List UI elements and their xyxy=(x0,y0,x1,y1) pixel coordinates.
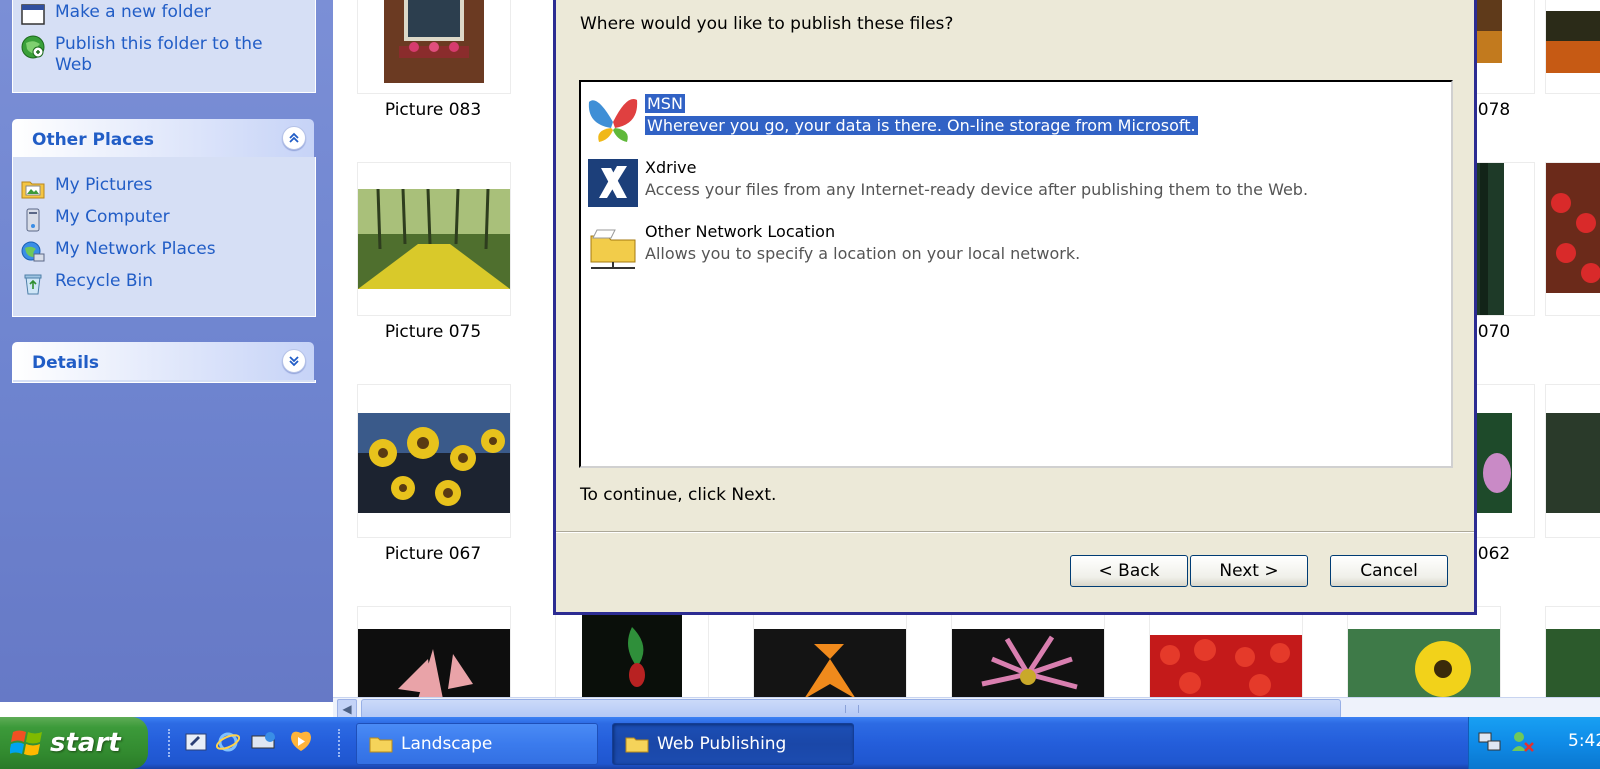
network-connection-icon[interactable] xyxy=(1477,729,1503,755)
thumbnail[interactable] xyxy=(1471,384,1535,538)
globe-icon xyxy=(21,35,45,59)
provider-description: Allows you to specify a location on your… xyxy=(645,244,1081,263)
recycle-bin-link[interactable]: Recycle Bin xyxy=(20,271,153,297)
provider-name: MSN xyxy=(645,94,685,113)
messenger-status-icon[interactable] xyxy=(1509,729,1535,755)
pink-flower-thumbnail-image xyxy=(1472,413,1512,513)
thumbnail-label: Picture 067 xyxy=(384,544,482,564)
my-network-places-link[interactable]: My Network Places xyxy=(20,239,216,265)
dialog-separator xyxy=(556,531,1474,533)
web-publishing-dialog: Where would you like to publish these fi… xyxy=(553,0,1477,615)
taskbar: start Landscape Web Publishing 5:42 xyxy=(0,717,1600,769)
cancel-button[interactable]: Cancel xyxy=(1330,555,1448,587)
thumbnail[interactable] xyxy=(1545,0,1600,94)
flower-bud-thumbnail-image xyxy=(582,607,682,699)
taskbar-window-landscape[interactable]: Landscape xyxy=(356,723,598,765)
folder-icon xyxy=(625,737,649,753)
sunflowers-thumbnail-image xyxy=(358,413,510,513)
thumbnail[interactable] xyxy=(1545,162,1600,316)
scroll-left-icon[interactable]: ◀ xyxy=(337,699,357,719)
collapse-icon[interactable] xyxy=(282,126,306,150)
network-folder-icon xyxy=(590,229,636,269)
start-button[interactable]: start xyxy=(0,717,148,769)
green-leaf-thumbnail-image xyxy=(1546,629,1600,699)
folder-icon xyxy=(369,737,393,753)
orange-lily-thumbnail-image xyxy=(754,629,906,699)
msn-butterfly-icon xyxy=(588,98,638,142)
xdrive-icon xyxy=(588,159,638,207)
my-computer-link[interactable]: My Computer xyxy=(20,207,170,233)
show-desktop-icon[interactable] xyxy=(184,730,208,754)
grip-icon xyxy=(845,705,859,713)
thumbnail[interactable] xyxy=(951,606,1105,702)
lily-thumbnail-image xyxy=(358,629,510,699)
details-header[interactable]: Details xyxy=(12,342,314,380)
recycle-bin-icon xyxy=(24,274,42,295)
thumbnail[interactable] xyxy=(357,606,511,702)
thumbnail-label: Picture 075 xyxy=(384,322,482,342)
my-pictures-link[interactable]: My Pictures xyxy=(20,175,152,201)
my-pictures-icon xyxy=(21,181,45,199)
horizontal-scrollbar[interactable]: ◀ xyxy=(333,697,1600,719)
thumbnail[interactable] xyxy=(357,384,511,538)
details-panel xyxy=(12,380,316,383)
daisy-thumbnail-image xyxy=(952,629,1104,699)
provider-name: Xdrive xyxy=(645,158,697,177)
yellow-flower-thumbnail-image xyxy=(1348,629,1500,699)
thumbnail[interactable] xyxy=(1471,0,1535,94)
thumbnail[interactable] xyxy=(357,162,511,316)
clock: 5:42 xyxy=(1568,731,1600,751)
provider-name: Other Network Location xyxy=(645,222,836,241)
taskbar-window-web-publishing[interactable]: Web Publishing xyxy=(612,723,854,765)
my-computer-icon xyxy=(26,208,40,232)
thumbnail-label: Picture 083 xyxy=(384,100,482,120)
expand-icon[interactable] xyxy=(282,349,306,373)
make-new-folder-link[interactable]: Make a new folder xyxy=(20,2,211,28)
thumbnail[interactable] xyxy=(1545,606,1600,702)
next-button[interactable]: Next > xyxy=(1190,555,1308,587)
taskbar-grip xyxy=(338,729,343,757)
thumbnail[interactable] xyxy=(1347,606,1501,702)
red-flowers-thumbnail-image xyxy=(1150,635,1302,699)
publish-folder-to-web-link[interactable]: Publish this folder to the Web xyxy=(20,34,270,80)
thumbnail[interactable] xyxy=(1149,606,1303,702)
thumbnail[interactable] xyxy=(1471,162,1535,316)
media-player-icon[interactable] xyxy=(288,729,314,755)
messenger-icon[interactable] xyxy=(250,730,278,754)
dark-leaf-thumbnail-image xyxy=(1546,413,1600,513)
system-tray: 5:42 xyxy=(1468,717,1600,769)
windows-logo-icon xyxy=(10,730,42,756)
house-window-thumbnail-image xyxy=(384,0,484,83)
quick-launch-grip xyxy=(168,729,173,757)
dialog-question: Where would you like to publish these fi… xyxy=(580,14,954,34)
forest-path-thumbnail-image xyxy=(358,189,510,289)
thumbnail[interactable] xyxy=(753,606,907,702)
new-folder-icon xyxy=(21,4,45,25)
internet-explorer-icon[interactable] xyxy=(216,730,240,754)
thumbnail[interactable] xyxy=(1545,384,1600,538)
thumbnail[interactable] xyxy=(555,606,709,702)
tulips-thumbnail-image xyxy=(1546,163,1600,293)
continue-hint: To continue, click Next. xyxy=(580,485,777,505)
back-button[interactable]: < Back xyxy=(1070,555,1188,587)
network-places-icon xyxy=(21,241,45,262)
thumbnail[interactable] xyxy=(357,0,511,94)
provider-list[interactable]: MSN Wherever you go, your data is there.… xyxy=(579,80,1453,468)
scrollbar-thumb[interactable] xyxy=(361,699,1341,719)
orange-field-thumbnail-image xyxy=(1546,11,1600,73)
other-places-header[interactable]: Other Places xyxy=(12,119,314,157)
provider-description: Access your files from any Internet-read… xyxy=(645,180,1309,199)
task-pane: Make a new folder Publish this folder to… xyxy=(0,0,333,702)
provider-description: Wherever you go, your data is there. On-… xyxy=(645,116,1198,135)
start-label: start xyxy=(50,728,121,758)
